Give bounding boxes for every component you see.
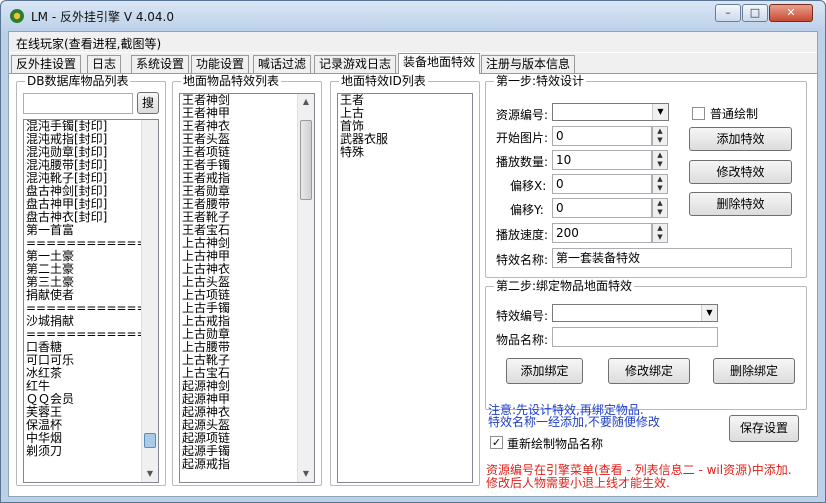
tab-system-settings[interactable]: 系统设置 — [131, 55, 190, 73]
offset-x-input[interactable]: 0 — [552, 174, 652, 194]
ground-effects-scrollbar[interactable]: ▲ ▼ — [297, 94, 314, 482]
add-effect-button[interactable]: 添加特效 — [689, 127, 792, 151]
resource-id-dropdown-icon[interactable]: ▼ — [652, 104, 668, 120]
db-item[interactable]: 剃须刀 — [24, 445, 158, 458]
ground-effect-item[interactable]: 起源戒指 — [180, 458, 314, 471]
db-scroll-down-arrow[interactable]: ▼ — [142, 466, 158, 482]
note-relog-required: 修改后人物需要小退上线才能生效. — [486, 476, 670, 490]
step2-legend: 第二步:绑定物品地面特效 — [494, 279, 635, 293]
spin-down-icon[interactable]: ▼ — [653, 160, 667, 169]
effect-name-input[interactable]: 第一套装备特效 — [552, 248, 792, 268]
ge-scroll-up-arrow[interactable]: ▲ — [298, 94, 314, 110]
ge-scroll-down-arrow[interactable]: ▼ — [298, 466, 314, 482]
edit-binding-button[interactable]: 修改绑定 — [608, 358, 690, 384]
db-list-scrollbar[interactable]: ▼ — [141, 120, 158, 482]
db-search-button[interactable]: 搜 — [137, 92, 159, 114]
ground-effects-listbox[interactable]: 王者神剑 王者神甲 王者神衣 王者头盔 王者项链 王者手镯 王者戒指 王者勋章 王者腰带 王者靴子… — [179, 93, 315, 483]
resource-id-label: 资源编号: — [496, 108, 549, 122]
delete-effect-button[interactable]: 删除特效 — [689, 192, 792, 216]
spin-down-icon[interactable]: ▼ — [653, 208, 667, 217]
menu-online-players[interactable]: 在线玩家(查看进程,截图等) — [16, 35, 161, 52]
close-button[interactable]: ✕ — [769, 4, 813, 22]
spin-up-icon[interactable]: ▲ — [653, 199, 667, 208]
offset-y-input[interactable]: 0 — [552, 198, 652, 218]
play-count-label: 播放数量: — [496, 155, 549, 169]
ground-effects-legend: 地面物品特效列表 — [181, 74, 282, 88]
item-name-label: 物品名称: — [496, 333, 549, 347]
tab-equipment-ground-effects[interactable]: 装备地面特效 — [398, 53, 481, 74]
edit-effect-button[interactable]: 修改特效 — [689, 160, 792, 184]
effect-id-select[interactable]: ▼ — [552, 304, 718, 322]
spin-up-icon[interactable]: ▲ — [653, 175, 667, 184]
spin-down-icon[interactable]: ▼ — [653, 233, 667, 242]
save-settings-button[interactable]: 保存设置 — [729, 415, 799, 442]
effect-id-dropdown-icon[interactable]: ▼ — [701, 305, 717, 321]
spin-up-icon[interactable]: ▲ — [653, 151, 667, 160]
db-items-list: 混沌手镯[封印] 混沌戒指[封印] 混沌勋章[封印] 混沌腰带[封印] 混沌靴子[封印]… — [24, 120, 158, 458]
spin-up-icon[interactable]: ▲ — [653, 127, 667, 136]
window-title: LM - 反外挂引擎 V 4.04.0 — [31, 10, 175, 24]
client-area: 在线玩家(查看进程,截图等) 反外挂设置 日志 系统设置 功能设置 喊话过滤 记… — [8, 31, 818, 497]
normal-draw-label: 普通绘制 — [710, 107, 759, 121]
db-scroll-thumb[interactable] — [144, 433, 156, 448]
effect-id-item[interactable]: 特殊 — [338, 146, 472, 159]
play-speed-input[interactable]: 200 — [552, 223, 652, 243]
tab-registration-version[interactable]: 注册与版本信息 — [481, 55, 576, 73]
step1-legend: 第一步:特效设计 — [494, 74, 587, 88]
redraw-item-name-checkbox[interactable]: ✓ — [490, 436, 503, 449]
redraw-item-name-label: 重新绘制物品名称 — [507, 437, 604, 451]
offset-y-spinner[interactable]: ▲ ▼ — [652, 198, 668, 218]
checkmark-icon: ✓ — [491, 436, 502, 449]
tab-anticheat-settings[interactable]: 反外挂设置 — [11, 55, 82, 73]
db-search-input[interactable] — [23, 93, 133, 114]
resource-id-select[interactable]: ▼ — [552, 103, 669, 121]
db-items-listbox[interactable]: 混沌手镯[封印] 混沌戒指[封印] 混沌勋章[封印] 混沌腰带[封印] 混沌靴子[封印]… — [23, 119, 159, 483]
offset-y-label: 偏移Y: — [510, 203, 544, 217]
spin-up-icon[interactable]: ▲ — [653, 224, 667, 233]
start-image-label: 开始图片: — [496, 131, 549, 145]
effect-id-select-label: 特效编号: — [496, 309, 549, 323]
start-image-input[interactable]: 0 — [552, 126, 652, 146]
offset-x-label: 偏移X: — [510, 179, 547, 193]
play-count-input[interactable]: 10 — [552, 150, 652, 170]
play-speed-spinner[interactable]: ▲ ▼ — [652, 223, 668, 243]
ge-scroll-thumb[interactable] — [300, 120, 312, 200]
effect-name-label: 特效名称: — [496, 253, 549, 267]
app-logo-icon — [10, 9, 24, 23]
offset-x-spinner[interactable]: ▲ ▼ — [652, 174, 668, 194]
play-speed-label: 播放速度: — [496, 228, 549, 242]
normal-draw-checkbox[interactable] — [692, 107, 705, 120]
menu-bar: 在线玩家(查看进程,截图等) — [9, 32, 817, 52]
note-name-immutable: 特效名称一经添加,不要随便修改 — [488, 415, 660, 429]
tab-log[interactable]: 日志 — [87, 55, 122, 73]
ground-effects-list: 王者神剑 王者神甲 王者神衣 王者头盔 王者项链 王者手镯 王者戒指 王者勋章 王者腰带 王者靴子… — [180, 94, 314, 471]
spin-down-icon[interactable]: ▼ — [653, 136, 667, 145]
app-window: LM - 反外挂引擎 V 4.04.0 – □ ✕ 在线玩家(查看进程,截图等)… — [0, 0, 826, 503]
minimize-button[interactable]: – — [715, 4, 741, 22]
play-count-spinner[interactable]: ▲ ▼ — [652, 150, 668, 170]
db-items-legend: DB数据库物品列表 — [25, 74, 131, 88]
delete-binding-button[interactable]: 删除绑定 — [713, 358, 795, 384]
start-image-spinner[interactable]: ▲ ▼ — [652, 126, 668, 146]
tab-page-ground-effects: DB数据库物品列表 搜 混沌手镯[封印] 混沌戒指[封印] 混沌勋章[封印] 混沌腰带… — [9, 73, 817, 496]
spin-down-icon[interactable]: ▼ — [653, 184, 667, 193]
tab-strip: 反外挂设置 日志 系统设置 功能设置 喊话过滤 记录游戏日志 装备地面特效 注册… — [9, 53, 817, 74]
effect-id-list: 王者 上古 首饰 武器衣服 特殊 — [338, 94, 472, 159]
tab-chat-filter[interactable]: 喊话过滤 — [253, 55, 312, 73]
item-name-input[interactable] — [552, 327, 718, 347]
tab-feature-settings[interactable]: 功能设置 — [191, 55, 250, 73]
title-bar[interactable]: LM - 反外挂引擎 V 4.04.0 – □ ✕ — [1, 1, 825, 31]
effect-id-listbox[interactable]: 王者 上古 首饰 武器衣服 特殊 — [337, 93, 473, 483]
add-binding-button[interactable]: 添加绑定 — [506, 358, 583, 384]
maximize-button[interactable]: □ — [742, 4, 768, 22]
effect-id-legend: 地面特效ID列表 — [339, 74, 428, 88]
tab-game-log[interactable]: 记录游戏日志 — [314, 55, 397, 73]
